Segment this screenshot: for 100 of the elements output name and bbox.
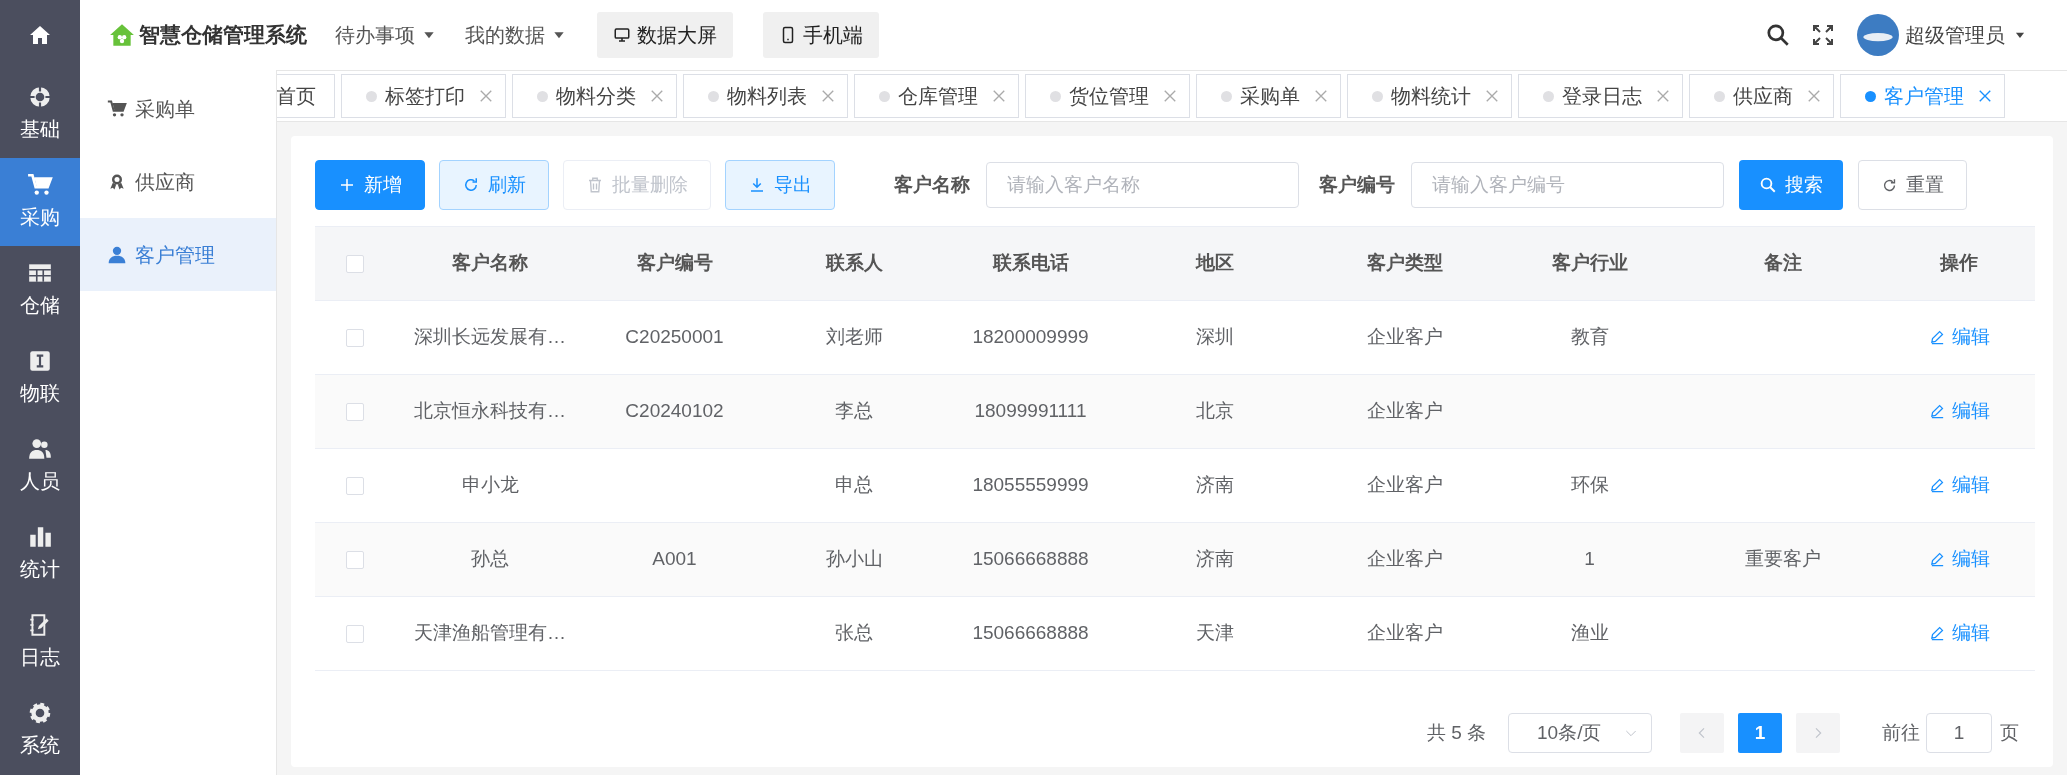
cart-icon xyxy=(107,98,127,119)
home-button[interactable] xyxy=(28,23,52,47)
dropdown-menu[interactable]: 我的数据 xyxy=(465,20,567,50)
table-cell: 张总 xyxy=(835,622,873,644)
edit-icon xyxy=(1928,402,1946,420)
header-button[interactable]: 手机端 xyxy=(763,12,879,58)
table-cell: 深圳长远发展有… xyxy=(414,326,566,348)
avatar xyxy=(1857,14,1899,56)
table-cell: 1 xyxy=(1584,548,1595,570)
page-tab[interactable]: 首页 xyxy=(277,74,335,118)
table-cell: 环保 xyxy=(1570,474,1609,496)
table-cell: 企业客户 xyxy=(1367,400,1443,422)
fullscreen-icon xyxy=(1811,23,1835,47)
submenu-item[interactable]: 采购单 xyxy=(80,72,276,145)
rail-item[interactable]: 基础 xyxy=(0,70,80,158)
page-tab[interactable]: 标签打印 xyxy=(341,74,506,118)
submenu-item[interactable]: 客户管理 xyxy=(80,218,276,291)
table-cell: 18200009999 xyxy=(972,326,1089,348)
rail-item[interactable]: 物联 xyxy=(0,334,80,422)
rail-item[interactable]: 系统 xyxy=(0,686,80,774)
table-cell: 天津 xyxy=(1196,622,1234,644)
refresh-icon xyxy=(1881,176,1898,194)
goto-suffix: 页 xyxy=(2000,720,2019,745)
submenu-item[interactable]: 供应商 xyxy=(80,145,276,218)
page-tab[interactable]: 货位管理 xyxy=(1025,74,1190,118)
dropdown-menu[interactable]: 待办事项 xyxy=(335,20,437,50)
table-cell: 济南 xyxy=(1196,474,1234,496)
page-tab[interactable]: 仓库管理 xyxy=(854,74,1019,118)
page-tab[interactable]: 登录日志 xyxy=(1518,74,1683,118)
people-icon xyxy=(27,436,53,462)
edit-icon xyxy=(1928,476,1946,494)
column-header: 备注 xyxy=(1683,226,1883,301)
app-title: 智慧仓储管理系统 xyxy=(139,22,307,49)
rail-item[interactable]: 日志 xyxy=(0,598,80,686)
page-tab[interactable]: 采购单 xyxy=(1196,74,1341,118)
table-cell: 申小龙 xyxy=(461,474,519,496)
table-cell: 渔业 xyxy=(1570,622,1609,644)
row-checkbox[interactable] xyxy=(345,329,364,348)
row-checkbox[interactable] xyxy=(345,403,364,422)
row-checkbox[interactable] xyxy=(345,477,364,496)
edit-icon xyxy=(1928,624,1946,642)
page-tab[interactable]: 物料分类 xyxy=(512,74,677,118)
goto-label: 前往 xyxy=(1882,720,1920,745)
settings-icon xyxy=(27,700,53,726)
table-cell: 申总 xyxy=(835,474,873,496)
table-cell: C20250001 xyxy=(625,326,724,348)
table-cell: 企业客户 xyxy=(1367,548,1443,570)
total-count: 共 5 条 xyxy=(1426,720,1486,745)
table-cell: C20240102 xyxy=(625,400,724,422)
search-icon xyxy=(1765,22,1791,48)
filter-label: 客户编号 xyxy=(1319,172,1395,197)
cart-icon xyxy=(27,172,53,198)
table-cell: 18099991111 xyxy=(974,400,1087,422)
table-cell: 企业客户 xyxy=(1367,622,1443,644)
table-cell: 18055559999 xyxy=(972,474,1089,496)
select-all-checkbox[interactable] xyxy=(345,255,364,274)
table-cell: 15066668888 xyxy=(972,622,1089,644)
refresh-icon xyxy=(462,176,480,194)
page-tab[interactable]: 供应商 xyxy=(1689,74,1834,118)
edit-icon xyxy=(1928,328,1946,346)
table-cell: 李总 xyxy=(835,400,873,422)
page-size-select[interactable]: 10条/页 xyxy=(1508,713,1652,753)
search-icon xyxy=(1759,176,1777,194)
page-tab[interactable]: 物料列表 xyxy=(683,74,848,118)
row-checkbox[interactable] xyxy=(345,625,364,644)
search-button[interactable] xyxy=(1765,22,1791,48)
monitor-icon xyxy=(613,26,631,44)
table-cell: 北京恒永科技有… xyxy=(414,400,566,422)
table-cell: 企业客户 xyxy=(1367,326,1443,348)
column-header: 联系电话 xyxy=(945,226,1116,301)
column-header: 客户行业 xyxy=(1496,226,1683,301)
target-icon xyxy=(27,84,53,110)
house-logo-icon xyxy=(109,22,135,48)
goto-page-input[interactable]: 1 xyxy=(1926,713,1992,753)
table-cell: 15066668888 xyxy=(972,548,1089,570)
reset-button[interactable]: 重置 xyxy=(1858,160,1967,210)
table-cell: 孙小山 xyxy=(825,548,883,570)
column-header: 客户编号 xyxy=(586,226,763,301)
table-cell: 深圳 xyxy=(1196,326,1234,348)
rail-item[interactable]: 采购 xyxy=(0,158,80,246)
table-cell: 教育 xyxy=(1570,326,1609,348)
column-header: 操作 xyxy=(1883,226,2035,301)
header-button[interactable]: 数据大屏 xyxy=(597,12,733,58)
filter-input[interactable]: 请输入客户名称 xyxy=(986,162,1299,208)
table-cell: A001 xyxy=(652,548,697,570)
page-tab[interactable]: 物料统计 xyxy=(1347,74,1512,118)
filter-input[interactable]: 请输入客户编号 xyxy=(1411,162,1724,208)
table-cell: 天津渔船管理有… xyxy=(414,622,566,644)
plus-icon xyxy=(338,176,356,194)
table-cell: 重要客户 xyxy=(1745,548,1821,570)
column-header: 客户名称 xyxy=(394,226,586,301)
filter-label: 客户名称 xyxy=(894,172,970,197)
trash-icon xyxy=(586,176,604,194)
user-menu[interactable]: 超级管理员 xyxy=(1905,20,2027,50)
column-header: 地区 xyxy=(1116,226,1314,301)
fullscreen-button[interactable] xyxy=(1811,23,1835,47)
rail-item[interactable]: 统计 xyxy=(0,510,80,598)
rail-item[interactable]: 仓储 xyxy=(0,246,80,334)
row-checkbox[interactable] xyxy=(345,551,364,570)
rail-item[interactable]: 人员 xyxy=(0,422,80,510)
